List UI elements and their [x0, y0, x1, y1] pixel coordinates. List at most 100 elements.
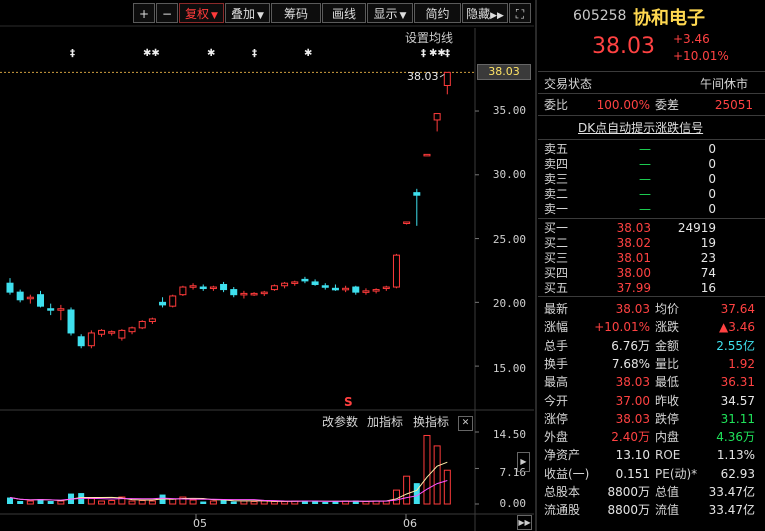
candle-body: [382, 286, 390, 290]
quote-label: 昨收: [655, 393, 680, 408]
volume-bar: [128, 500, 136, 505]
candle-body: [67, 309, 75, 334]
quote-label: 跌停: [655, 411, 680, 426]
candle-body: [352, 286, 360, 293]
candle-body: [433, 113, 441, 121]
sell-order-label: 卖二: [544, 187, 569, 201]
high-price-label: 38.03: [407, 70, 439, 83]
sell-order-price: —: [639, 142, 651, 156]
price-axis-label: 30.00: [492, 168, 526, 181]
volume-bar: [322, 502, 329, 504]
candlestick-chart[interactable]: [0, 0, 534, 531]
candle-body: [128, 327, 136, 333]
candle-body: [220, 283, 228, 291]
quote-label: 最新: [544, 302, 569, 316]
volume-bar: [200, 501, 207, 504]
candle-body: [270, 285, 278, 291]
buy-order-price: 37.99: [616, 281, 651, 295]
buy-order-label: 买四: [544, 266, 569, 280]
quote-value: 37.00: [615, 393, 650, 408]
quote-value: 2.40万: [611, 430, 650, 445]
close-icon[interactable]: ✕: [458, 416, 473, 431]
volume-bar: [443, 469, 451, 505]
panel-divider: [535, 0, 537, 531]
add-indicator-link[interactable]: 加指标: [367, 415, 403, 429]
candle-body: [108, 331, 116, 334]
price-change: +3.46: [673, 32, 710, 46]
scroll-right-icon[interactable]: ▶: [517, 452, 530, 472]
candle-body: [423, 153, 431, 157]
volume-bar: [169, 498, 177, 505]
price-axis-label: 20.00: [492, 297, 526, 310]
quote-label: 涨幅: [544, 320, 569, 335]
quote-value: 6.76万: [611, 338, 650, 353]
sell-signal-marker[interactable]: S: [344, 395, 353, 409]
volume-bar: [270, 501, 278, 505]
sell-order-volume: 0: [708, 187, 716, 201]
candle-body: [26, 296, 34, 300]
swap-indicator-link[interactable]: 换指标: [413, 415, 449, 429]
candle-body: [321, 285, 329, 288]
quote-label: 总值: [655, 485, 680, 499]
volume-axis-label: 14.50: [492, 428, 526, 441]
quote-label: 流通股: [544, 503, 581, 518]
candle-body: [87, 332, 95, 347]
candle-body: [301, 278, 309, 282]
chart-area[interactable]: + − 复权 ▼ 叠加 ▼ 筹码 画线 显示 ▼ 简约 隐藏▶▶ ⛶ 设置均线 ‡ ✱…: [0, 0, 534, 531]
price-axis-label: 15.00: [492, 362, 526, 375]
candle-body: [159, 301, 167, 306]
candle-body: [342, 287, 350, 291]
quote-value: 62.93: [720, 466, 755, 481]
quote-value: ▲3.46: [719, 320, 755, 335]
volume-bar: [138, 500, 146, 505]
candle-body: [169, 295, 177, 307]
quote-value: 8800万: [607, 485, 650, 499]
sell-order-price: —: [639, 157, 651, 171]
price-axis-label: 25.00: [492, 233, 526, 246]
buy-order-volume: 19: [700, 236, 716, 250]
sell-order-label: 卖一: [544, 202, 569, 216]
candle-body: [311, 281, 319, 285]
quote-label: 净资产: [544, 448, 581, 463]
scroll-right-end-icon[interactable]: ▶▶: [517, 515, 532, 530]
quote-value: 31.11: [720, 411, 755, 426]
volume-axis-label: 0.00: [499, 497, 527, 510]
quote-label: 总手: [544, 338, 569, 353]
sell-order-volume: 0: [708, 157, 716, 171]
order-ratio-label: 委比: [544, 98, 569, 112]
buy-order-price: 38.00: [616, 266, 651, 280]
quote-label: 内盘: [655, 430, 680, 445]
quote-value: 7.68%: [611, 356, 650, 371]
order-diff-label: 委差: [655, 98, 680, 112]
candle-body: [199, 286, 207, 290]
volume-bar: [189, 499, 197, 505]
quote-value: 4.36万: [716, 430, 755, 445]
quote-value: 34.57: [720, 393, 755, 408]
sell-order-volume: 0: [708, 172, 716, 186]
sell-order-label: 卖五: [544, 142, 569, 156]
candle-body: [47, 308, 55, 311]
volume-bar: [7, 497, 13, 504]
volume-bar: [148, 500, 156, 505]
volume-bar: [433, 445, 441, 505]
dk-signal-link[interactable]: DK点自动提示涨跌信号: [578, 121, 703, 135]
sell-order-price: —: [639, 172, 651, 186]
volume-bar: [230, 501, 237, 504]
volume-bar: [98, 500, 106, 505]
quote-label: 总股本: [544, 485, 581, 499]
change-params-link[interactable]: 改参数: [322, 415, 358, 429]
quote-value: 38.03: [615, 411, 650, 426]
candle-body: [138, 320, 146, 329]
price-change-pct: +10.01%: [673, 49, 729, 63]
volume-ma5-line: [9, 461, 448, 502]
quote-value: 36.31: [720, 375, 755, 390]
candle-body: [250, 292, 258, 296]
sell-order-price: —: [639, 202, 651, 216]
candle-body: [16, 291, 24, 301]
quote-value: 38.03: [615, 375, 650, 390]
current-price-box: 38.03: [477, 64, 531, 80]
status-value: 午间休市: [700, 77, 749, 91]
candle-body: [118, 329, 126, 339]
buy-order-label: 买五: [544, 281, 569, 295]
candle-body: [209, 286, 217, 290]
